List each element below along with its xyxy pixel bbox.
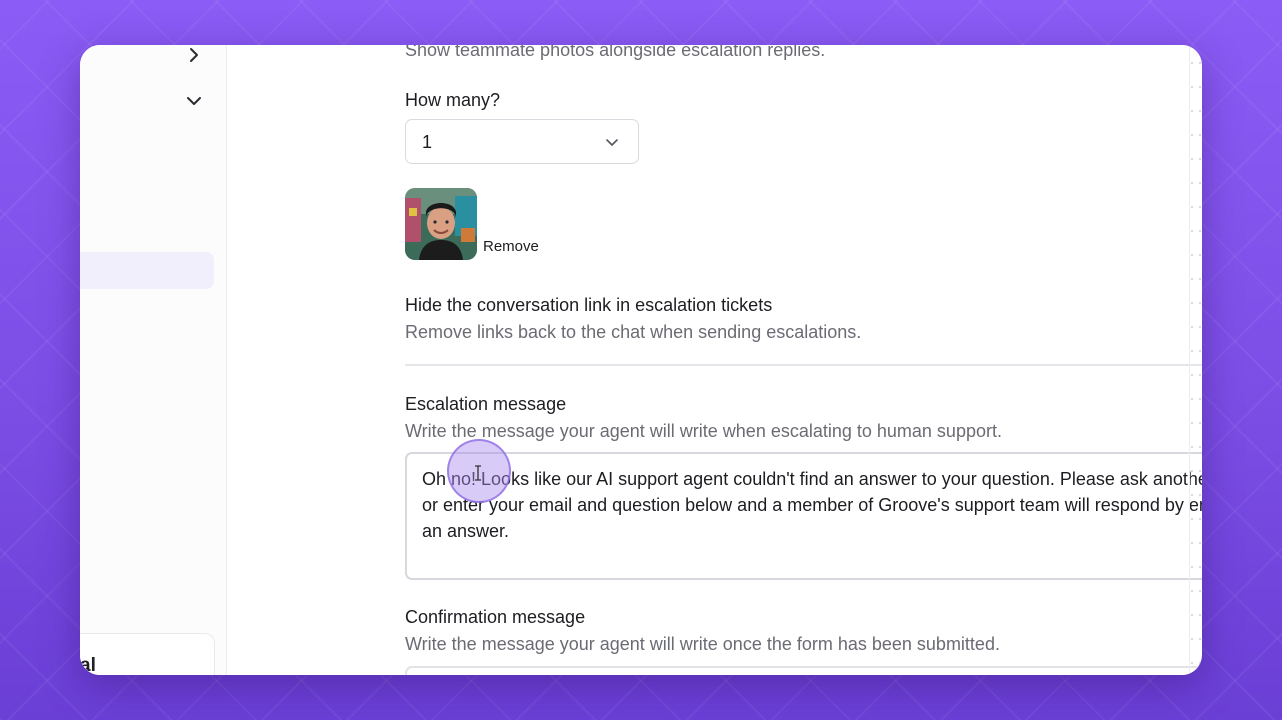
confirmation-description: Write the message your agent will write …	[405, 634, 1000, 654]
how-many-select[interactable]: 1	[405, 119, 639, 164]
sidebar-item-selected[interactable]	[80, 252, 214, 289]
chevron-down-icon[interactable]	[184, 91, 204, 111]
how-many-label: How many?	[405, 90, 501, 110]
escalation-title: Escalation message	[405, 394, 567, 414]
app-window: al Show teammate photos alongside escala…	[80, 45, 1202, 675]
section-divider	[405, 364, 1202, 366]
hide-link-title: Hide the conversation link in escalation…	[405, 295, 773, 315]
chevron-down-icon	[604, 134, 620, 155]
settings-panel: Show teammate photos alongside escalatio…	[227, 45, 1202, 675]
hide-link-description: Remove links back to the chat when sendi…	[405, 322, 862, 342]
remove-avatar-button[interactable]: Remove	[483, 238, 539, 255]
confirmation-message-textarea[interactable]	[405, 666, 1202, 675]
photos-description: Show teammate photos alongside escalatio…	[405, 45, 826, 60]
sidebar-card[interactable]: al	[80, 633, 215, 675]
teammate-avatar	[405, 188, 477, 260]
chevron-right-icon[interactable]	[184, 45, 204, 65]
escalation-description: Write the message your agent will write …	[405, 421, 1002, 441]
confirmation-title: Confirmation message	[405, 607, 586, 627]
scroll-rail[interactable]	[1189, 45, 1202, 675]
text-cursor-icon	[474, 465, 482, 486]
escalation-message-text: Oh no! Looks like our AI support agent c…	[422, 469, 1202, 541]
sidebar: al	[80, 45, 227, 675]
how-many-value: 1	[422, 132, 433, 152]
sidebar-card-label: al	[80, 655, 96, 675]
escalation-message-textarea[interactable]: Oh no! Looks like our AI support agent c…	[405, 452, 1202, 580]
